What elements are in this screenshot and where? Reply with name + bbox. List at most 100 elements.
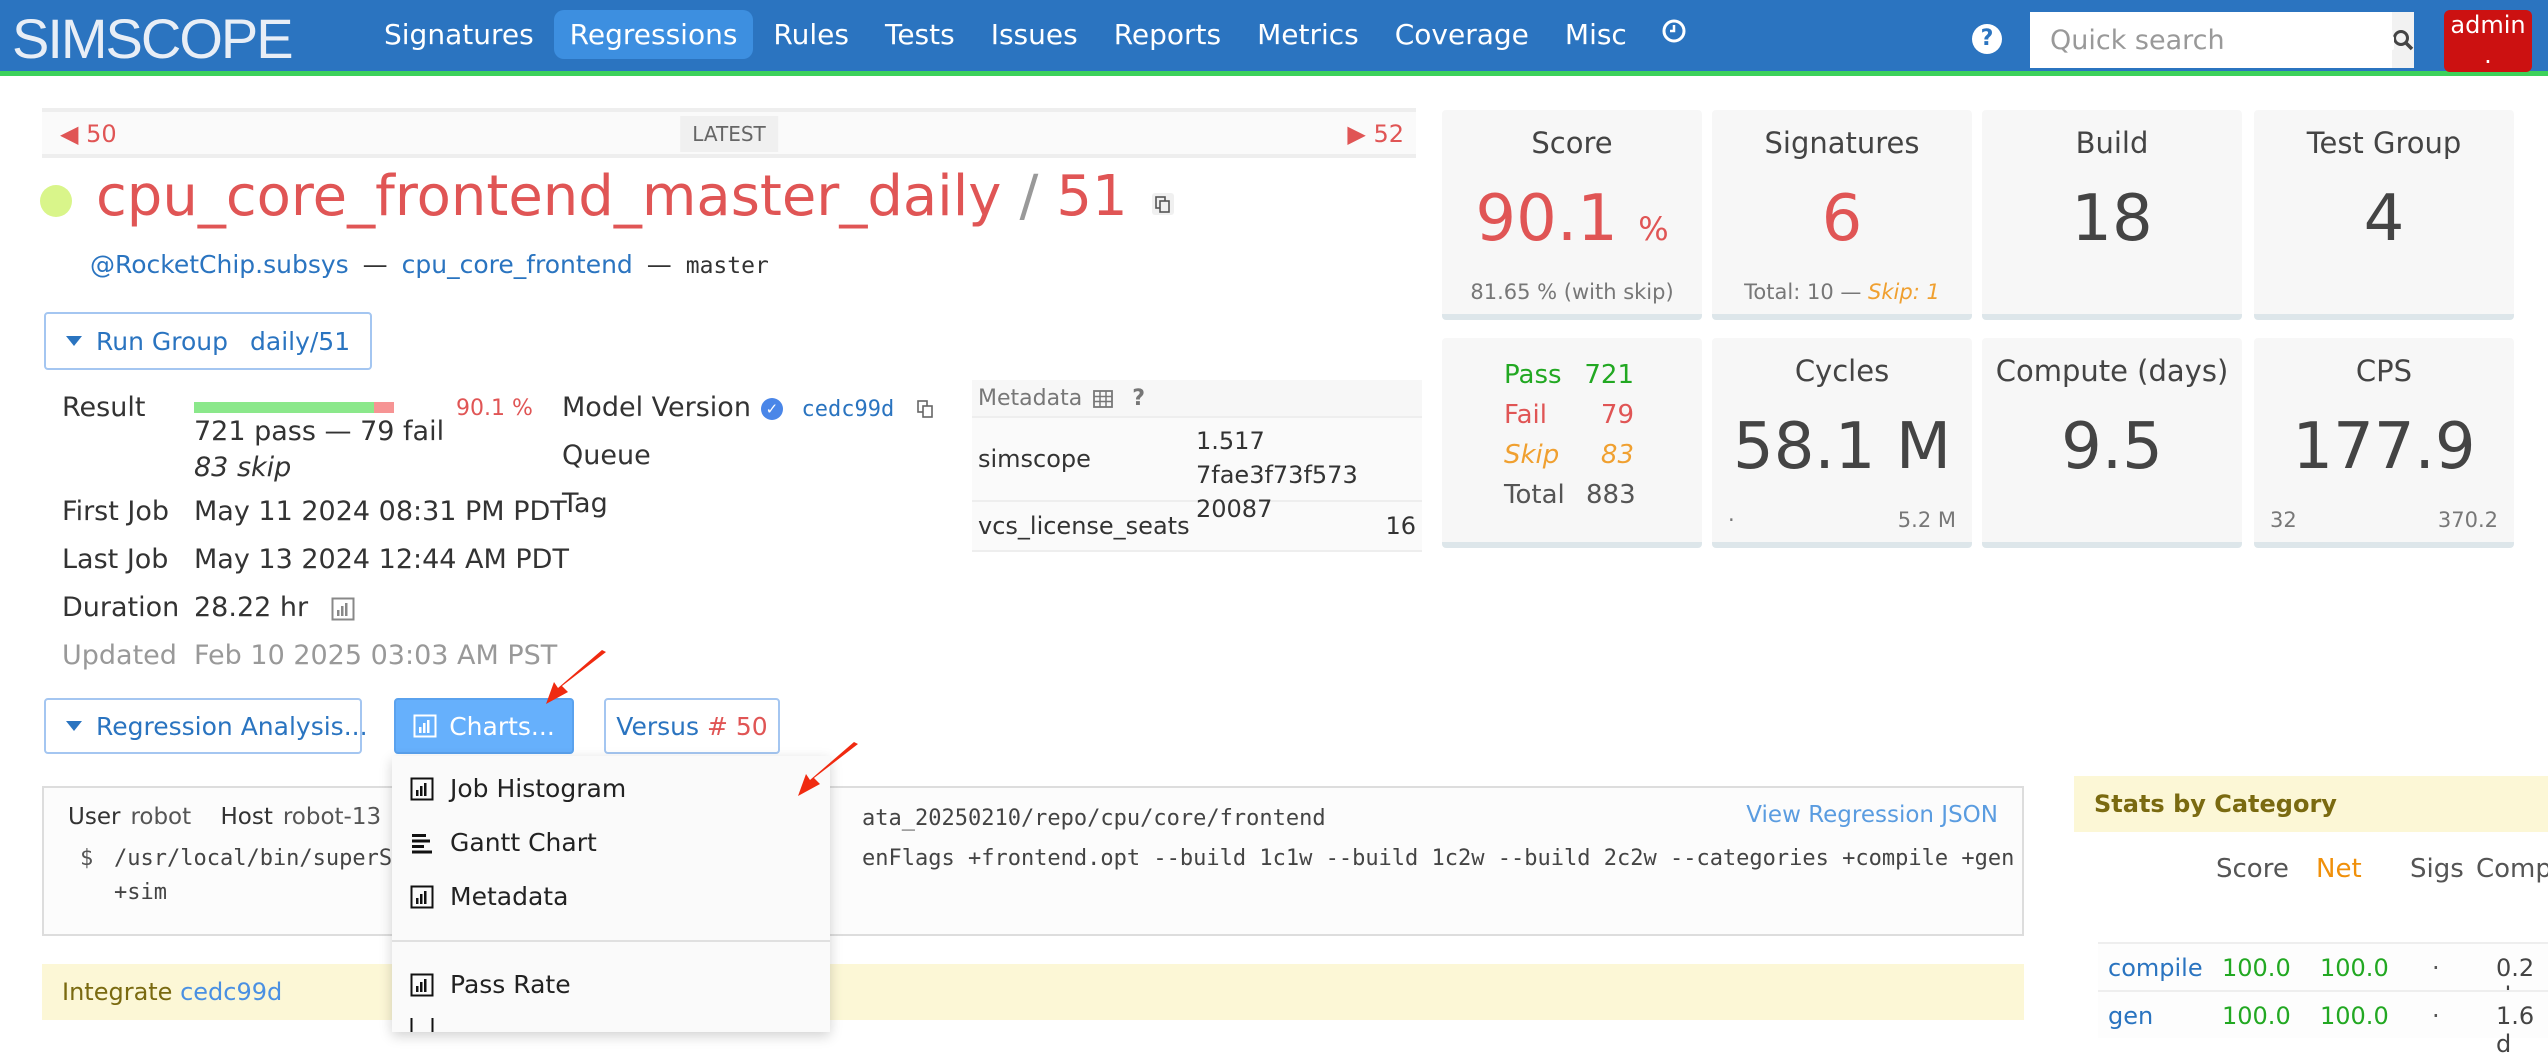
bar-chart-icon bbox=[413, 714, 437, 738]
quick-search-input[interactable] bbox=[2030, 12, 2392, 68]
integrate-hash-link[interactable]: cedc99d bbox=[180, 978, 282, 1006]
user-value: robot bbox=[130, 804, 192, 830]
caret-left-icon: ◀ bbox=[60, 120, 87, 148]
working-directory: ata_20250210/repo/cpu/core/frontend bbox=[862, 806, 1326, 831]
bar-chart-icon[interactable] bbox=[331, 597, 355, 621]
annotation-arrow bbox=[798, 742, 858, 796]
table-icon[interactable] bbox=[1093, 390, 1114, 408]
command-text: /usr/local/bin/superS bbox=[114, 846, 393, 871]
nav-regressions[interactable]: Regressions bbox=[553, 10, 754, 59]
lock-icon[interactable] bbox=[2374, 24, 2396, 52]
user-menu-button[interactable]: admin . bbox=[2444, 10, 2532, 72]
menu-item-partial[interactable] bbox=[410, 1018, 450, 1032]
cycles-card[interactable]: Cycles 58.1 M · 5.2 M bbox=[1712, 338, 1972, 548]
top-navbar: SIMSCOPE Signatures Regressions Rules Te… bbox=[0, 0, 2548, 76]
next-regression-link[interactable]: ▶ 52 bbox=[1347, 120, 1404, 148]
metadata-table: Metadata ? simscope 1.517 7fae3f73f573 2… bbox=[972, 380, 1422, 552]
regression-subline: @RocketChip.subsys — cpu_core_frontend —… bbox=[90, 250, 769, 279]
status-dot bbox=[40, 184, 72, 217]
page-title: cpu_core_frontend_master_daily / 51 bbox=[40, 164, 1176, 229]
tag-label: Tag bbox=[562, 488, 608, 519]
stats-columns: Score Net Sigs Comp bbox=[2216, 854, 2548, 884]
charts-dropdown-menu: Job Histogram Gantt Chart Metadata Pass … bbox=[392, 756, 830, 1032]
integrate-panel: Integrate cedc99d bbox=[42, 964, 2024, 1020]
regression-name: cpu_core_frontend_master_daily bbox=[96, 164, 1002, 229]
command-panel: User robot Host robot-13 ata_20250210/repo… bbox=[42, 786, 2024, 936]
menu-item-gantt-chart[interactable]: Gantt Chart bbox=[410, 828, 597, 857]
nav-reports[interactable]: Reports bbox=[1098, 10, 1237, 59]
user-sub: . bbox=[2484, 41, 2492, 69]
bar-chart-icon bbox=[410, 777, 434, 800]
caret-down-icon bbox=[66, 336, 82, 346]
model-version-row: Model Version ✓ cedc99d bbox=[562, 392, 937, 423]
host-value: robot-13 bbox=[282, 804, 382, 830]
metadata-row: simscope 1.517 7fae3f73f573 20087 bbox=[972, 418, 1422, 523]
signatures-card[interactable]: Signatures 6 Total: 10 — Skip: 1 bbox=[1712, 110, 1972, 320]
menu-divider bbox=[392, 940, 830, 942]
pass-fail-count: 721 pass — 79 fail bbox=[194, 416, 445, 447]
category-link[interactable]: compile bbox=[2108, 954, 2203, 982]
command-text-cont: enFlags +frontend.opt --build 1c1w --bui… bbox=[862, 846, 2015, 871]
title-separator: / bbox=[1019, 164, 1039, 229]
metadata-help-icon[interactable]: ? bbox=[1132, 386, 1145, 411]
nav-metrics[interactable]: Metrics bbox=[1241, 10, 1375, 59]
test-group-card[interactable]: Test Group 4 bbox=[2254, 110, 2514, 320]
table-row: compile 100.0 100.0 · 0.2 d bbox=[2098, 942, 2548, 1010]
nav-tests[interactable]: Tests bbox=[869, 10, 971, 59]
pass-count: Pass 721 bbox=[1504, 360, 1634, 390]
category-link[interactable]: gen bbox=[2108, 1002, 2153, 1030]
copy-icon[interactable] bbox=[1150, 191, 1176, 217]
nav-coverage[interactable]: Coverage bbox=[1379, 10, 1545, 59]
score-card[interactable]: Score 90.1 % 81.65 % (with skip) bbox=[1442, 110, 1702, 320]
copy-icon[interactable] bbox=[915, 398, 937, 420]
nav-misc[interactable]: Misc bbox=[1549, 10, 1643, 59]
nav-menu: Signatures Regressions Rules Tests Issue… bbox=[368, 10, 1701, 59]
regression-pager: ◀ 50 LATEST ▶ 52 bbox=[42, 108, 1416, 158]
menu-item-metadata[interactable]: Metadata bbox=[410, 882, 568, 911]
cps-card[interactable]: CPS 177.9 32 370.2 bbox=[2254, 338, 2514, 548]
skip-count: Skip 83 bbox=[1504, 440, 1634, 470]
stats-by-category-header: Stats by Category bbox=[2074, 776, 2548, 832]
component-link[interactable]: cpu_core_frontend bbox=[402, 250, 633, 279]
run-group-button[interactable]: Run Group daily/51 bbox=[44, 312, 373, 370]
score-percent: 90.1 % bbox=[456, 396, 533, 421]
bar-chart-icon bbox=[410, 885, 434, 908]
verified-check-icon: ✓ bbox=[760, 397, 783, 420]
progress-pass bbox=[194, 402, 375, 413]
compute-card[interactable]: Compute (days) 9.5 bbox=[1982, 338, 2242, 548]
result-progress-bar bbox=[194, 402, 394, 413]
help-icon[interactable]: ? bbox=[1972, 24, 2002, 54]
menu-item-job-histogram[interactable]: Job Histogram bbox=[410, 774, 626, 803]
counts-card: Pass 721 Fail 79 Skip 83 Total 883 bbox=[1442, 338, 1702, 548]
bar-chart-icon bbox=[410, 1018, 434, 1032]
versus-button[interactable]: Versus # 50 bbox=[604, 698, 780, 754]
total-count: Total 883 bbox=[1504, 480, 1636, 510]
metadata-row: vcs_license_seats 16 bbox=[972, 502, 1422, 552]
bar-chart-icon bbox=[410, 973, 434, 996]
table-row: gen 100.0 100.0 · 1.6 d bbox=[2098, 990, 2548, 1058]
prev-regression-link[interactable]: ◀ 50 bbox=[60, 120, 117, 148]
regression-number: 51 bbox=[1056, 164, 1128, 229]
progress-fail bbox=[374, 402, 394, 413]
simscope-logo[interactable]: SIMSCOPE bbox=[12, 6, 294, 71]
annotation-arrow bbox=[546, 650, 606, 704]
build-card[interactable]: Build 18 bbox=[1982, 110, 2242, 320]
gantt-icon bbox=[412, 833, 432, 853]
project-link[interactable]: @RocketChip.subsys bbox=[90, 250, 349, 279]
caret-right-icon: ▶ bbox=[1347, 120, 1374, 148]
skip-count: 83 skip bbox=[194, 452, 292, 483]
clock-icon[interactable] bbox=[1647, 10, 1701, 59]
nav-signatures[interactable]: Signatures bbox=[368, 10, 550, 59]
nav-issues[interactable]: Issues bbox=[975, 10, 1094, 59]
regression-analysis-button[interactable]: Regression Analysis... bbox=[44, 698, 368, 754]
quick-search bbox=[2030, 12, 2414, 68]
latest-link[interactable]: LATEST bbox=[680, 116, 778, 152]
queue-label: Queue bbox=[562, 440, 651, 471]
metadata-header: Metadata ? bbox=[972, 380, 1422, 418]
nav-rules[interactable]: Rules bbox=[757, 10, 865, 59]
command-text-wrap: +sim bbox=[114, 880, 167, 905]
menu-item-pass-rate[interactable]: Pass Rate bbox=[410, 970, 571, 999]
branch-name: master bbox=[685, 253, 769, 279]
model-version-link[interactable]: cedc99d bbox=[802, 397, 895, 422]
view-regression-json-link[interactable]: View Regression JSON bbox=[1746, 802, 1998, 828]
